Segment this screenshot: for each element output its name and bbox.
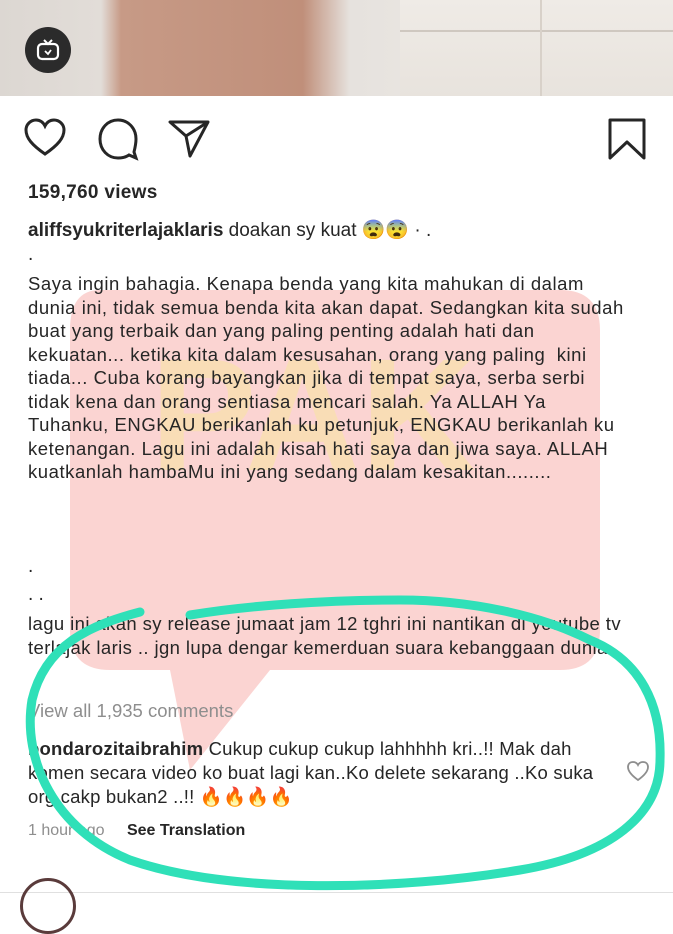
heart-icon[interactable] [626,760,650,787]
media-line-2 [540,0,542,96]
caption-paragraph: Saya ingin bahagia. Kenapa benda yang ki… [28,273,630,482]
post-username[interactable]: aliffsyukriterlajaklaris [28,220,223,241]
bookmark-icon[interactable] [604,116,650,162]
igtv-icon[interactable] [25,27,71,73]
view-all-comments-link[interactable]: View all 1,935 comments [28,700,233,722]
send-icon[interactable] [166,116,212,162]
caption-first-line: doakan sy kuat [228,220,357,241]
fearful-emoji: 😨😨 [361,220,410,241]
caption-dots: . . [28,584,44,605]
heart-icon[interactable] [22,116,68,162]
caption-dot: . [28,244,34,265]
post-divider [0,892,673,893]
comment-item: bondarozitaibrahim Cukup cukup cukup lah… [28,737,618,809]
post-media[interactable] [0,0,673,96]
caption-song-line: lagu ini akan sy release jumaat jam 12 t… [28,613,621,658]
post-actions [0,116,673,166]
caption-header: aliffsyukriterlajaklaris doakan sy kuat … [28,218,431,242]
comment-meta: 1 hour ago See Translation [28,822,245,840]
media-background [400,0,673,96]
comment-username[interactable]: bondarozitaibrahim [28,738,203,759]
caption-first-tail: · . [414,220,432,241]
comment-time: 1 hour ago [28,822,105,839]
caption-dot: . [28,556,34,577]
caption-body: Saya ingin bahagia. Kenapa benda yang ki… [28,272,628,484]
media-line [400,30,673,32]
avatar[interactable] [20,878,76,934]
comment-icon[interactable] [96,116,142,162]
see-translation-link[interactable]: See Translation [127,822,245,839]
view-count[interactable]: 159,760 views [28,182,158,204]
